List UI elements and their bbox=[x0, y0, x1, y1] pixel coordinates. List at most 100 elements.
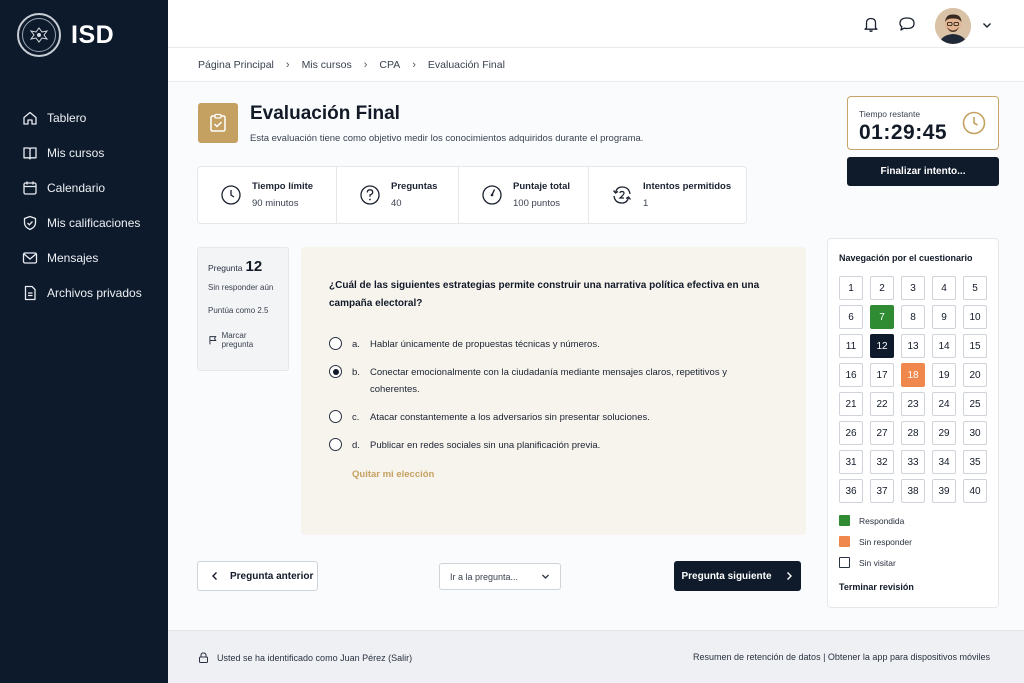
question-cell-16[interactable]: 16 bbox=[839, 363, 863, 387]
sidebar-nav: Tablero Mis cursos Calendario Mis califi… bbox=[0, 100, 168, 310]
legend-unanswered: Sin responder bbox=[839, 536, 912, 547]
bell-icon[interactable] bbox=[862, 15, 880, 33]
question-cell-28[interactable]: 28 bbox=[901, 421, 925, 445]
next-question-label: Pregunta siguiente bbox=[681, 570, 772, 582]
question-cell-12[interactable]: 12 bbox=[870, 334, 894, 358]
breadcrumb-mis-cursos[interactable]: Mis cursos bbox=[302, 59, 352, 71]
question-cell-40[interactable]: 40 bbox=[963, 479, 987, 503]
question-cell-34[interactable]: 34 bbox=[932, 450, 956, 474]
sidebar-item-tablero[interactable]: Tablero bbox=[0, 100, 168, 135]
avatar[interactable] bbox=[935, 8, 971, 44]
footer-links[interactable]: Resumen de retención de datos | Obtener … bbox=[693, 652, 990, 662]
question-cell-35[interactable]: 35 bbox=[963, 450, 987, 474]
question-cell-37[interactable]: 37 bbox=[870, 479, 894, 503]
radio-button[interactable] bbox=[329, 410, 342, 423]
sidebar-item-label: Calendario bbox=[47, 180, 106, 195]
question-cell-23[interactable]: 23 bbox=[901, 392, 925, 416]
question-cell-11[interactable]: 11 bbox=[839, 334, 863, 358]
question-cell-30[interactable]: 30 bbox=[963, 421, 987, 445]
quiz-navigation-panel: Navegación por el cuestionario 123456789… bbox=[827, 238, 999, 608]
clock-icon bbox=[221, 185, 241, 205]
question-cell-5[interactable]: 5 bbox=[963, 276, 987, 300]
radio-button[interactable] bbox=[329, 438, 342, 451]
stat-value: 100 puntos bbox=[513, 198, 561, 209]
question-cell-10[interactable]: 10 bbox=[963, 305, 987, 329]
answer-option-b[interactable]: b. Conectar emocionalmente con la ciudad… bbox=[329, 365, 770, 398]
question-cell-4[interactable]: 4 bbox=[932, 276, 956, 300]
question-cell-29[interactable]: 29 bbox=[932, 421, 956, 445]
question-cell-32[interactable]: 32 bbox=[870, 450, 894, 474]
chat-icon[interactable] bbox=[898, 15, 916, 33]
home-icon bbox=[23, 111, 37, 125]
question-cell-15[interactable]: 15 bbox=[963, 334, 987, 358]
option-letter: a. bbox=[352, 339, 360, 350]
question-cell-31[interactable]: 31 bbox=[839, 450, 863, 474]
sidebar: ISD Tablero Mis cursos Calendario Mis ca… bbox=[0, 0, 168, 683]
question-cell-36[interactable]: 36 bbox=[839, 479, 863, 503]
breadcrumb-cpa[interactable]: CPA bbox=[379, 59, 400, 71]
breadcrumb-home[interactable]: Página Principal bbox=[198, 59, 274, 71]
question-cell-14[interactable]: 14 bbox=[932, 334, 956, 358]
stat-value: 90 minutos bbox=[252, 198, 299, 209]
clear-choice-link[interactable]: Quitar mi elección bbox=[352, 469, 434, 480]
legend-label: Sin responder bbox=[859, 536, 912, 547]
sidebar-item-archivos-privados[interactable]: Archivos privados bbox=[0, 275, 168, 310]
question-cell-3[interactable]: 3 bbox=[901, 276, 925, 300]
question-cell-22[interactable]: 22 bbox=[870, 392, 894, 416]
question-cell-1[interactable]: 1 bbox=[839, 276, 863, 300]
question-cell-26[interactable]: 26 bbox=[839, 421, 863, 445]
stat-label: Preguntas bbox=[391, 181, 438, 192]
question-cell-27[interactable]: 27 bbox=[870, 421, 894, 445]
sidebar-item-label: Tablero bbox=[47, 110, 87, 125]
finish-review-link[interactable]: Terminar revisión bbox=[839, 582, 914, 592]
question-cell-20[interactable]: 20 bbox=[963, 363, 987, 387]
chevron-down-icon bbox=[542, 574, 549, 579]
question-cell-39[interactable]: 39 bbox=[932, 479, 956, 503]
question-cell-25[interactable]: 25 bbox=[963, 392, 987, 416]
chevron-down-icon[interactable] bbox=[981, 19, 993, 31]
radio-button-selected[interactable] bbox=[329, 365, 342, 378]
question-points: Puntúa como 2.5 bbox=[208, 306, 269, 315]
question-cell-8[interactable]: 8 bbox=[901, 305, 925, 329]
question-cell-21[interactable]: 21 bbox=[839, 392, 863, 416]
chevron-right-icon: › bbox=[363, 58, 368, 71]
finish-attempt-button[interactable]: Finalizar intento... bbox=[847, 157, 999, 186]
footer-identity: Usted se ha identificado como Juan Pérez… bbox=[198, 652, 412, 663]
question-grid: 1 2 3 4 5 6 7 8 9 10 11 12 13 14 15 16 17 18 19 20 21 22 23 24 2… bbox=[839, 276, 987, 503]
option-text: Hablar únicamente de propuestas técnicas… bbox=[370, 339, 600, 350]
previous-question-button[interactable]: Pregunta anterior bbox=[197, 561, 318, 591]
option-text: Conectar emocionalmente con la ciudadaní… bbox=[370, 367, 727, 395]
question-cell-17[interactable]: 17 bbox=[870, 363, 894, 387]
question-cell-13[interactable]: 13 bbox=[901, 334, 925, 358]
legend-not-visited: Sin visitar bbox=[839, 557, 896, 568]
logged-in-text[interactable]: Usted se ha identificado como Juan Pérez… bbox=[217, 653, 412, 663]
option-letter: d. bbox=[352, 440, 360, 451]
question-cell-33[interactable]: 33 bbox=[901, 450, 925, 474]
timer-label: Tiempo restante bbox=[859, 109, 921, 119]
legend-swatch bbox=[839, 557, 850, 568]
sidebar-item-mis-calificaciones[interactable]: Mis calificaciones bbox=[0, 205, 168, 240]
sidebar-item-calendario[interactable]: Calendario bbox=[0, 170, 168, 205]
answer-option-a[interactable]: a. Hablar únicamente de propuestas técni… bbox=[329, 337, 765, 353]
radio-button[interactable] bbox=[329, 337, 342, 350]
question-cell-38[interactable]: 38 bbox=[901, 479, 925, 503]
answer-option-d[interactable]: d. Publicar en redes sociales sin una pl… bbox=[329, 438, 765, 454]
question-cell-18[interactable]: 18 bbox=[901, 363, 925, 387]
option-letter: b. bbox=[352, 367, 360, 378]
badge-icon bbox=[23, 215, 37, 230]
answer-option-c[interactable]: c. Atacar constantemente a los adversari… bbox=[329, 410, 765, 426]
sidebar-item-mensajes[interactable]: Mensajes bbox=[0, 240, 168, 275]
question-cell-7[interactable]: 7 bbox=[870, 305, 894, 329]
question-cell-24[interactable]: 24 bbox=[932, 392, 956, 416]
flag-question-label: Marcar pregunta bbox=[221, 331, 254, 349]
question-cell-19[interactable]: 19 bbox=[932, 363, 956, 387]
flag-question-button[interactable]: Marcar pregunta bbox=[208, 331, 278, 349]
sidebar-item-mis-cursos[interactable]: Mis cursos bbox=[0, 135, 168, 170]
question-cell-9[interactable]: 9 bbox=[932, 305, 956, 329]
brand[interactable]: ISD bbox=[0, 0, 168, 70]
timer-value: 01:29:45 bbox=[859, 121, 948, 144]
question-cell-6[interactable]: 6 bbox=[839, 305, 863, 329]
question-cell-2[interactable]: 2 bbox=[870, 276, 894, 300]
goto-question-select[interactable]: Ir a la pregunta... bbox=[439, 563, 561, 590]
next-question-button[interactable]: Pregunta siguiente bbox=[674, 561, 801, 591]
